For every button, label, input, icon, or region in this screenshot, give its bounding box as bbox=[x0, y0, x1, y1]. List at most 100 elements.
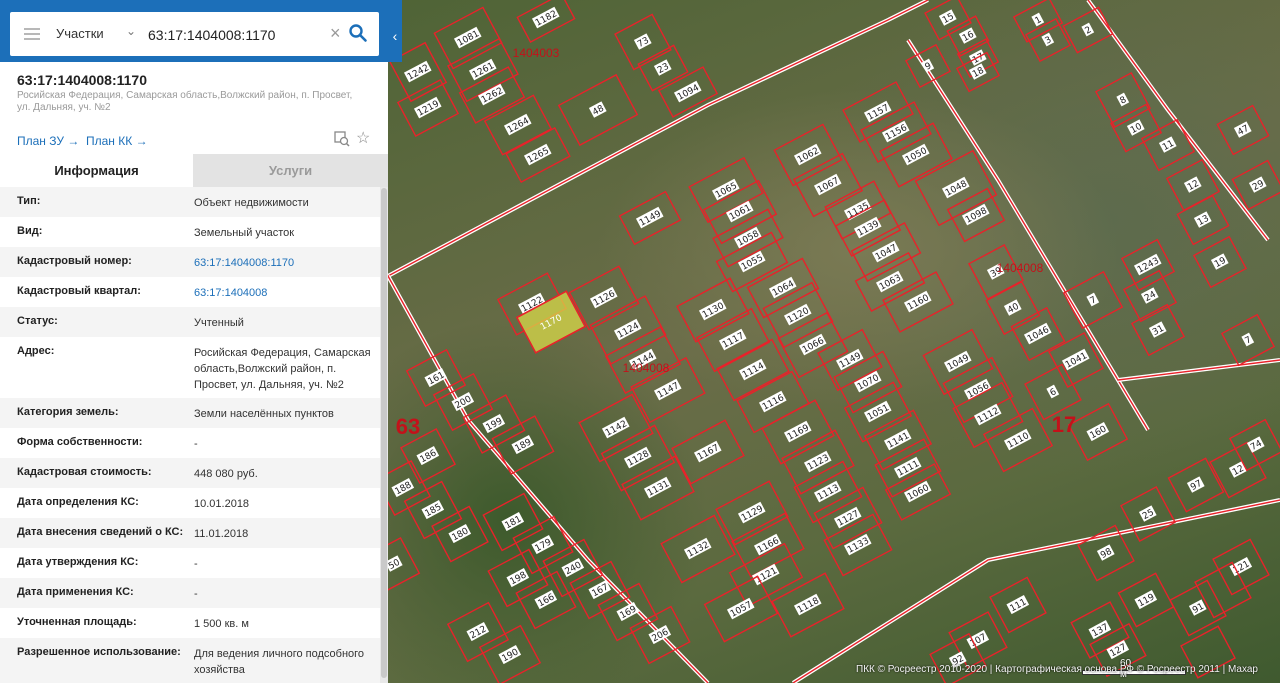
cadastral-plot[interactable]: 2 bbox=[1062, 6, 1114, 54]
info-row-value: 10.01.2018 bbox=[194, 498, 250, 510]
info-row: Дата применения КС: - bbox=[0, 578, 380, 608]
info-row: Уточненная площадь: 1 500 кв. м bbox=[0, 608, 380, 638]
cadastral-plot[interactable]: 188 bbox=[388, 460, 431, 516]
info-row-key: Форма собственности: bbox=[17, 436, 143, 448]
cadastral-plot[interactable]: 1098 bbox=[946, 187, 1006, 243]
cadastral-plot[interactable]: 97 bbox=[1167, 457, 1225, 513]
cadastral-plot[interactable]: 1057 bbox=[703, 575, 779, 643]
info-row-value: Для ведения личного подсобного хозяйства bbox=[194, 648, 365, 676]
cadastral-plot[interactable]: 212 bbox=[446, 601, 510, 663]
cadastral-plot[interactable]: 1264 bbox=[483, 94, 553, 156]
tab-information[interactable]: Информация bbox=[0, 154, 193, 187]
cadastral-map[interactable]: 1081118212611262124212191264126548732310… bbox=[388, 0, 1280, 683]
info-row-key: Кадастровый квартал: bbox=[17, 285, 141, 297]
quarter-label: 1404008 bbox=[623, 361, 670, 375]
info-row: Категория земель: Земли населённых пункто… bbox=[0, 398, 380, 428]
search-bar: Участки ⌄ × ‹ bbox=[0, 0, 402, 62]
info-row: Кадастровый квартал: 63:17:1404008 bbox=[0, 277, 380, 307]
cadastral-plot[interactable]: 7 bbox=[1062, 270, 1124, 330]
cadastral-plot[interactable]: 48 bbox=[557, 73, 639, 147]
road-edge bbox=[792, 499, 1280, 683]
cadastral-plot[interactable]: 181 bbox=[482, 492, 544, 552]
tab-services[interactable]: Услуги bbox=[193, 154, 388, 187]
object-address: Росийская Федерация, Самарская область,В… bbox=[17, 90, 353, 113]
info-row-value: 1 500 кв. м bbox=[194, 618, 249, 630]
cadastral-plot[interactable]: 23 bbox=[637, 44, 689, 92]
info-row-value: Земельный участок bbox=[194, 227, 295, 239]
cadastral-plot[interactable]: 121 bbox=[1212, 538, 1270, 596]
cadastral-plot[interactable]: 1132 bbox=[660, 514, 736, 584]
star-icon[interactable]: ☆ bbox=[356, 128, 370, 148]
info-row-key: Дата внесения сведений о КС: bbox=[17, 526, 184, 538]
cadastral-plot[interactable]: 111 bbox=[989, 576, 1047, 634]
info-row-key: Кадастровая стоимость: bbox=[17, 466, 152, 478]
road bbox=[791, 498, 1280, 683]
info-row-key: Дата применения КС: bbox=[17, 586, 134, 598]
cadastral-plot[interactable]: 179 bbox=[512, 515, 574, 575]
cadastral-plot[interactable]: 47 bbox=[1216, 104, 1270, 156]
menu-icon[interactable] bbox=[24, 28, 40, 40]
object-title: 63:17:1404008:1170 bbox=[17, 72, 148, 88]
info-row: Статус: Учтенный bbox=[0, 307, 380, 337]
cadastral-plot[interactable]: 13 bbox=[1176, 194, 1230, 246]
map-attribution: ПКК © Росреестр 2010-2020 | Картографиче… bbox=[856, 664, 1258, 675]
search-type-select[interactable]: Участки bbox=[56, 26, 104, 41]
cadastral-plot[interactable]: 8 bbox=[1095, 72, 1151, 128]
collapse-panel-button[interactable]: ‹ bbox=[388, 24, 402, 48]
info-row: Вид: Земельный участок bbox=[0, 217, 380, 247]
info-row-key: Статус: bbox=[17, 315, 58, 327]
plan-zu-link[interactable]: План ЗУ → bbox=[17, 134, 79, 148]
zoom-to-object-icon[interactable] bbox=[334, 131, 350, 147]
map-view[interactable]: 1081 1182 1261 1262 1242 1219 1264 1265 48 73 23 10… bbox=[388, 0, 1280, 683]
info-row-key: Уточненная площадь: bbox=[17, 616, 137, 628]
cadastral-plot[interactable]: 119 bbox=[1117, 572, 1175, 628]
search-box: Участки ⌄ × bbox=[10, 12, 379, 56]
info-row: Разрешенное использование: Для ведения ли… bbox=[0, 638, 380, 683]
scrollbar-thumb[interactable] bbox=[381, 188, 387, 678]
info-row-value: Земли населённых пунктов bbox=[194, 408, 334, 420]
cadastral-plot[interactable]: 185 bbox=[403, 480, 463, 540]
search-input[interactable] bbox=[146, 22, 330, 48]
search-icon[interactable] bbox=[348, 23, 368, 43]
cadastral-plot[interactable]: 19 bbox=[1192, 235, 1248, 289]
cadastral-plot[interactable]: 1182 bbox=[516, 0, 576, 44]
info-row: Кадастровый номер: 63:17:1404008:1170 bbox=[0, 247, 380, 277]
cadastral-plot[interactable]: 10 bbox=[1109, 103, 1163, 153]
cadastral-plot[interactable]: 16 bbox=[946, 15, 990, 57]
cadastral-plot[interactable]: 1133 bbox=[823, 513, 893, 577]
info-row-link[interactable]: 63:17:1404008:1170 bbox=[194, 255, 372, 271]
info-row-value: - bbox=[194, 438, 198, 450]
cadastral-plot[interactable]: 3 bbox=[1025, 17, 1071, 63]
info-row-key: Вид: bbox=[17, 225, 43, 237]
cadastral-plot[interactable]: 74 bbox=[1228, 418, 1280, 472]
zone-label: 17 bbox=[1052, 412, 1076, 437]
cadastral-plot[interactable]: 160 bbox=[1067, 402, 1129, 462]
cadastral-plot[interactable]: 1118 bbox=[771, 572, 845, 638]
plan-kk-link[interactable]: План КК → bbox=[86, 134, 148, 148]
info-row-key: Адрес: bbox=[17, 345, 55, 357]
info-row-value: 11.01.2018 bbox=[194, 528, 249, 540]
info-row-key: Разрешенное использование: bbox=[17, 646, 181, 658]
cadastral-plot[interactable]: 1094 bbox=[657, 66, 719, 118]
info-row-value: - bbox=[194, 588, 198, 600]
cadastral-plot[interactable]: 1121 bbox=[728, 542, 804, 608]
cadastral-plot[interactable]: 7 bbox=[1220, 313, 1276, 367]
cadastral-plot[interactable]: 190 bbox=[478, 624, 542, 683]
cadastral-plot[interactable]: 1219 bbox=[396, 79, 460, 137]
cadastral-plot[interactable]: 1 bbox=[1012, 0, 1064, 43]
info-row-value: - bbox=[194, 558, 198, 570]
info-row: Кадастровая стоимость: 448 080 руб. bbox=[0, 458, 380, 488]
cadastral-plot[interactable]: 1167 bbox=[671, 419, 745, 485]
chevron-down-icon[interactable]: ⌄ bbox=[126, 24, 136, 38]
cadastral-plot[interactable]: 9 bbox=[905, 43, 951, 89]
road bbox=[906, 38, 1150, 432]
cadastral-plot[interactable]: 11 bbox=[1140, 118, 1196, 172]
cadastral-plot[interactable]: 1261 bbox=[447, 37, 519, 103]
cadastral-plot[interactable]: 1060 bbox=[884, 463, 952, 521]
road-edge bbox=[1117, 359, 1280, 381]
cadastral-plot[interactable]: 50 bbox=[388, 536, 421, 592]
cadastral-plot[interactable]: 1149 bbox=[618, 190, 682, 246]
info-row-link[interactable]: 63:17:1404008 bbox=[194, 285, 372, 301]
quarter-label: 1404003 bbox=[513, 46, 560, 60]
close-icon[interactable]: × bbox=[330, 23, 341, 43]
